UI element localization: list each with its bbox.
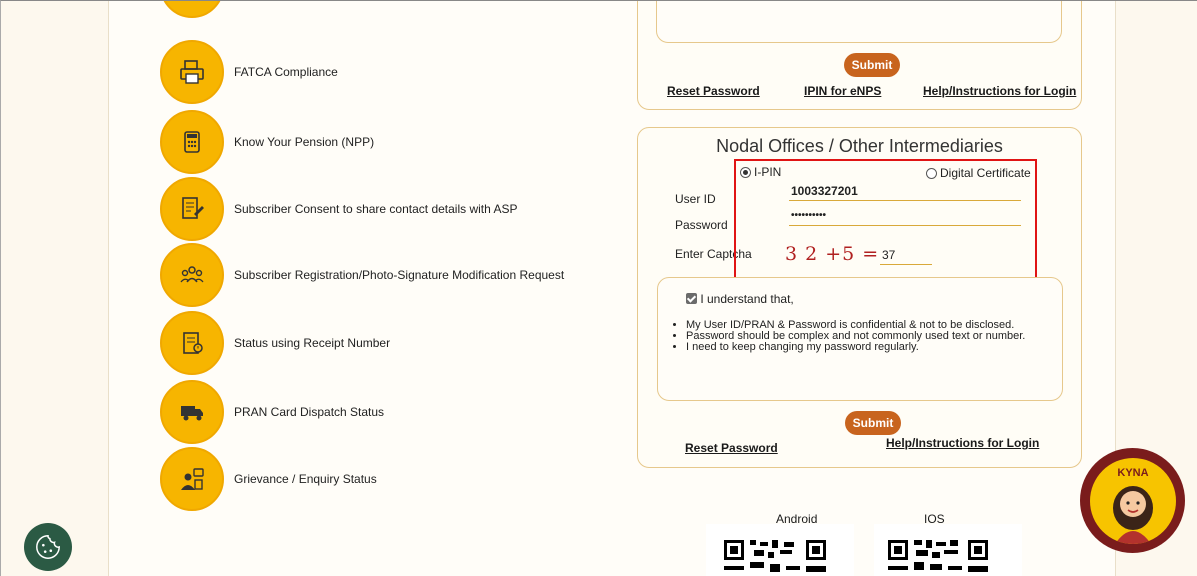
highlight-box	[734, 159, 1037, 281]
delivery-truck-icon	[160, 380, 224, 444]
ios-qr-code[interactable]	[874, 524, 1022, 576]
android-qr-code[interactable]	[706, 524, 854, 576]
top-reset-password-link[interactable]: Reset Password	[667, 84, 760, 98]
receipt-status-icon	[160, 311, 224, 375]
consent-heading: I understand that,	[700, 292, 794, 306]
consent-box: I understand that, My User ID/PRAN & Pas…	[657, 277, 1063, 401]
top-card-inner-box	[656, 0, 1062, 43]
service-item-fatca[interactable]: FATCA Compliance	[160, 40, 338, 104]
nodal-title: Nodal Offices / Other Intermediaries	[716, 136, 1003, 156]
consent-checkbox-row[interactable]: I understand that,	[686, 292, 794, 306]
printer-document-icon	[160, 40, 224, 104]
top-submit-button[interactable]: Submit	[844, 53, 900, 77]
user-id-label: User ID	[675, 192, 716, 206]
ipin-enps-link[interactable]: IPIN for eNPS	[804, 84, 881, 98]
service-label[interactable]: PRAN Card Dispatch Status	[234, 405, 384, 419]
service-label[interactable]: FATCA Compliance	[234, 65, 338, 79]
kyna-assistant-button[interactable]: KYNA	[1080, 448, 1185, 553]
service-item-receipt-status[interactable]: Status using Receipt Number	[160, 311, 390, 375]
kyna-name-text: KYNA	[1117, 467, 1148, 479]
cookie-settings-button[interactable]	[24, 523, 72, 571]
service-item-pran-dispatch[interactable]: PRAN Card Dispatch Status	[160, 380, 384, 444]
service-label[interactable]: Grievance / Enquiry Status	[234, 472, 377, 486]
group-registration-icon	[160, 243, 224, 307]
grievance-person-icon	[160, 447, 224, 511]
consent-list: My User ID/PRAN & Password is confidenti…	[686, 320, 1066, 353]
service-item-npp[interactable]: Know Your Pension (NPP)	[160, 110, 374, 174]
service-label[interactable]: Subscriber Consent to share contact deta…	[234, 202, 517, 216]
password-label: Password	[675, 218, 728, 232]
kyna-avatar-icon: KYNA	[1089, 457, 1176, 544]
left-margin	[12, 0, 108, 576]
consent-checkbox[interactable]	[686, 293, 697, 304]
nodal-help-link[interactable]: Help/Instructions for Login	[886, 436, 1039, 450]
partial-service-icon[interactable]	[160, 0, 224, 18]
consent-form-icon	[160, 177, 224, 241]
nodal-submit-button[interactable]: Submit	[845, 411, 901, 435]
top-help-link[interactable]: Help/Instructions for Login	[923, 84, 1076, 98]
calculator-icon	[160, 110, 224, 174]
nodal-reset-password-link[interactable]: Reset Password	[685, 441, 778, 455]
service-item-grievance[interactable]: Grievance / Enquiry Status	[160, 447, 377, 511]
service-label[interactable]: Status using Receipt Number	[234, 336, 390, 350]
service-label[interactable]: Subscriber Registration/Photo-Signature …	[234, 268, 564, 282]
consent-item: I need to keep changing my password regu…	[686, 342, 1066, 353]
cookie-icon	[36, 535, 60, 559]
service-item-consent[interactable]: Subscriber Consent to share contact deta…	[160, 177, 517, 241]
service-label[interactable]: Know Your Pension (NPP)	[234, 135, 374, 149]
service-item-registration[interactable]: Subscriber Registration/Photo-Signature …	[160, 243, 564, 307]
